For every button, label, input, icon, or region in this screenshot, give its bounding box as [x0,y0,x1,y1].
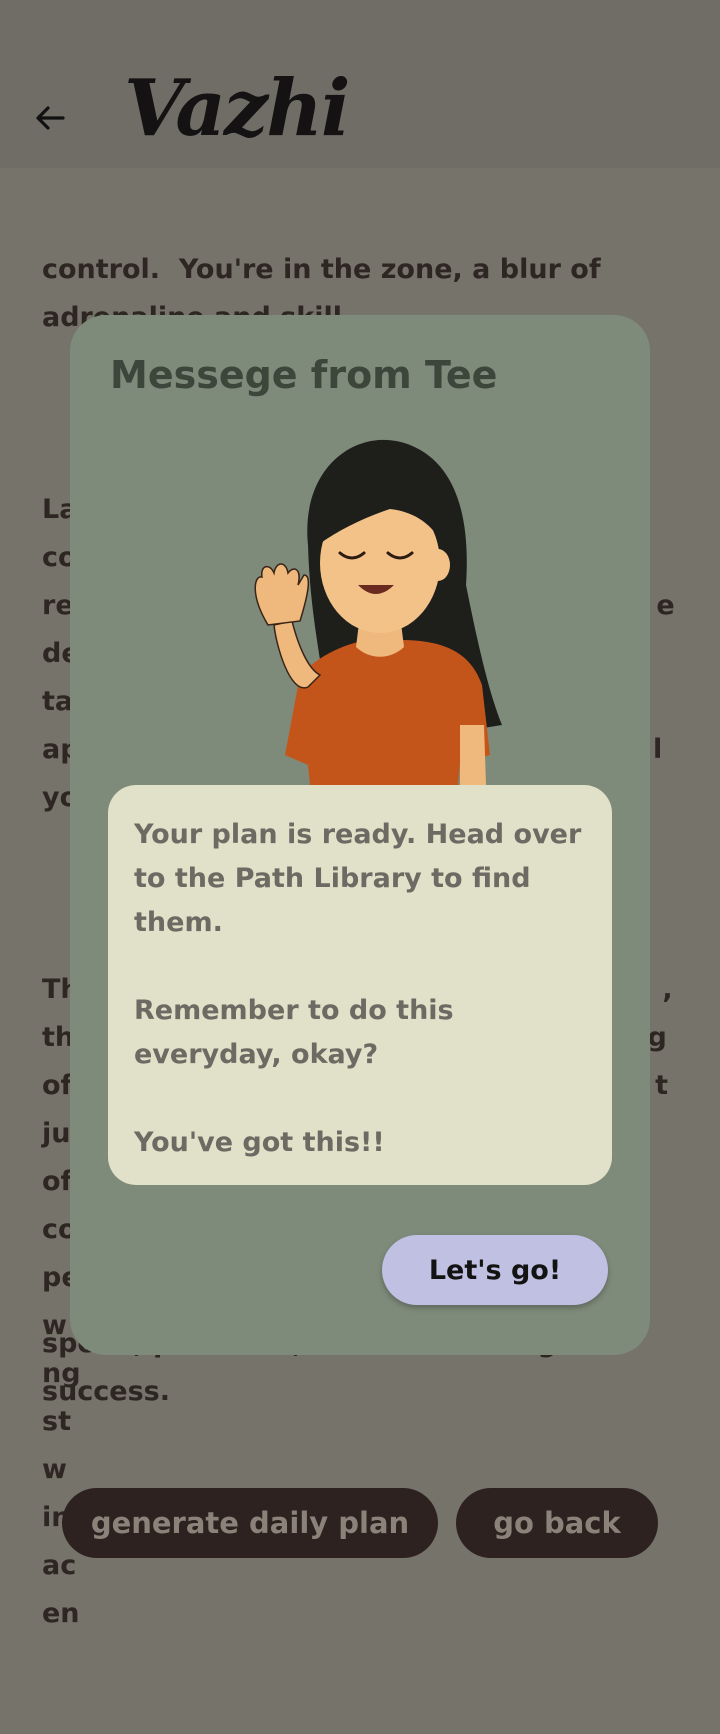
lets-go-button[interactable]: Let's go! [382,1235,608,1305]
go-back-button[interactable]: go back [456,1488,658,1558]
message-dialog: Messege from Tee Your plan is ready. Hea… [70,315,650,1355]
message-line-3: You've got this!! [134,1127,385,1158]
message-line-1: Your plan is ready. Head over to the Pat… [134,819,582,938]
generate-daily-plan-button[interactable]: generate daily plan [62,1488,438,1558]
back-button[interactable] [28,96,72,140]
dialog-title: Messege from Tee [110,353,498,397]
arrow-left-icon [36,106,65,130]
message-card: Your plan is ready. Head over to the Pat… [108,785,612,1185]
waving-girl-avatar [254,439,502,785]
app-logo: Vazhi [124,63,351,154]
app-header: Vazhi [0,0,720,168]
message-line-2: Remember to do this everyday, okay? [134,995,454,1070]
